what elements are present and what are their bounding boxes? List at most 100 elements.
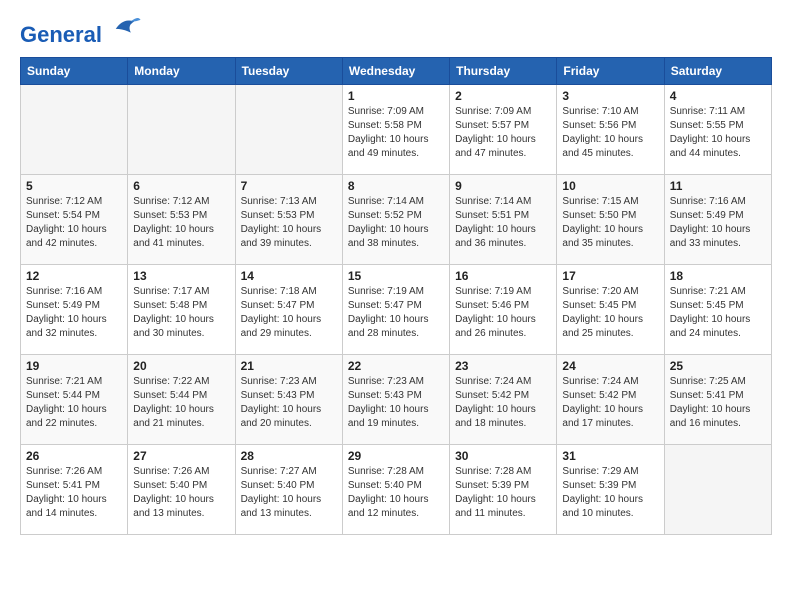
calendar-day-header: Wednesday — [342, 58, 449, 85]
calendar-week-row: 19 Sunrise: 7:21 AMSunset: 5:44 PMDayligh… — [21, 355, 772, 445]
day-info: Sunrise: 7:12 AMSunset: 5:53 PMDaylight:… — [133, 195, 229, 251]
day-number: 30 — [455, 449, 551, 463]
day-number: 8 — [348, 179, 444, 193]
day-number: 17 — [562, 269, 658, 283]
calendar-day-cell — [21, 85, 128, 175]
calendar-body: 1Sunrise: 7:09 AMSunset: 5:58 PMDaylight… — [21, 85, 772, 535]
calendar-day-cell: 9 Sunrise: 7:14 AMSunset: 5:51 PMDaylight… — [450, 175, 557, 265]
calendar-day-cell: 15 Sunrise: 7:19 AMSunset: 5:47 PMDayligh… — [342, 265, 449, 355]
day-number: 12 — [26, 269, 122, 283]
day-number: 24 — [562, 359, 658, 373]
page-header: General — [20, 20, 772, 47]
day-info: Sunrise: 7:14 AMSunset: 5:51 PMDaylight:… — [455, 195, 551, 251]
calendar-day-cell: 5 Sunrise: 7:12 AMSunset: 5:54 PMDaylight… — [21, 175, 128, 265]
calendar-day-header: Thursday — [450, 58, 557, 85]
calendar-header-row: SundayMondayTuesdayWednesdayThursdayFrid… — [21, 58, 772, 85]
day-info: Sunrise: 7:18 AMSunset: 5:47 PMDaylight:… — [241, 285, 337, 341]
day-number: 2 — [455, 89, 551, 103]
calendar-day-cell: 20 Sunrise: 7:22 AMSunset: 5:44 PMDayligh… — [128, 355, 235, 445]
day-info: Sunrise: 7:09 AMSunset: 5:58 PMDaylight:… — [348, 105, 444, 161]
day-info: Sunrise: 7:11 AMSunset: 5:55 PMDaylight:… — [670, 105, 766, 161]
day-number: 20 — [133, 359, 229, 373]
day-number: 6 — [133, 179, 229, 193]
day-number: 19 — [26, 359, 122, 373]
calendar-week-row: 12 Sunrise: 7:16 AMSunset: 5:49 PMDayligh… — [21, 265, 772, 355]
day-info: Sunrise: 7:21 AMSunset: 5:44 PMDaylight:… — [26, 375, 122, 431]
day-info: Sunrise: 7:15 AMSunset: 5:50 PMDaylight:… — [562, 195, 658, 251]
day-number: 4 — [670, 89, 766, 103]
day-info: Sunrise: 7:26 AMSunset: 5:40 PMDaylight:… — [133, 465, 229, 521]
day-number: 28 — [241, 449, 337, 463]
calendar-day-cell: 7Sunrise: 7:13 AMSunset: 5:53 PMDaylight… — [235, 175, 342, 265]
day-number: 5 — [26, 179, 122, 193]
calendar-day-cell: 22 Sunrise: 7:23 AMSunset: 5:43 PMDayligh… — [342, 355, 449, 445]
calendar-day-cell: 3 Sunrise: 7:10 AMSunset: 5:56 PMDaylight… — [557, 85, 664, 175]
calendar-week-row: 5 Sunrise: 7:12 AMSunset: 5:54 PMDaylight… — [21, 175, 772, 265]
calendar-day-cell: 27 Sunrise: 7:26 AMSunset: 5:40 PMDayligh… — [128, 445, 235, 535]
day-info: Sunrise: 7:28 AMSunset: 5:40 PMDaylight:… — [348, 465, 444, 521]
day-number: 7 — [241, 179, 337, 193]
calendar-day-cell: 2Sunrise: 7:09 AMSunset: 5:57 PMDaylight… — [450, 85, 557, 175]
day-number: 29 — [348, 449, 444, 463]
day-number: 27 — [133, 449, 229, 463]
day-number: 15 — [348, 269, 444, 283]
calendar-day-cell: 18 Sunrise: 7:21 AMSunset: 5:45 PMDayligh… — [664, 265, 771, 355]
calendar-day-header: Saturday — [664, 58, 771, 85]
day-info: Sunrise: 7:25 AMSunset: 5:41 PMDaylight:… — [670, 375, 766, 431]
calendar-day-cell: 11 Sunrise: 7:16 AMSunset: 5:49 PMDayligh… — [664, 175, 771, 265]
calendar-day-cell: 16 Sunrise: 7:19 AMSunset: 5:46 PMDayligh… — [450, 265, 557, 355]
day-number: 9 — [455, 179, 551, 193]
logo-bird-icon — [112, 12, 142, 42]
calendar-day-cell: 25Sunrise: 7:25 AMSunset: 5:41 PMDayligh… — [664, 355, 771, 445]
day-info: Sunrise: 7:20 AMSunset: 5:45 PMDaylight:… — [562, 285, 658, 341]
calendar-day-cell: 12 Sunrise: 7:16 AMSunset: 5:49 PMDayligh… — [21, 265, 128, 355]
day-info: Sunrise: 7:17 AMSunset: 5:48 PMDaylight:… — [133, 285, 229, 341]
calendar-day-cell: 26Sunrise: 7:26 AMSunset: 5:41 PMDayligh… — [21, 445, 128, 535]
calendar-day-header: Tuesday — [235, 58, 342, 85]
calendar-day-cell: 1Sunrise: 7:09 AMSunset: 5:58 PMDaylight… — [342, 85, 449, 175]
day-number: 18 — [670, 269, 766, 283]
day-info: Sunrise: 7:24 AMSunset: 5:42 PMDaylight:… — [455, 375, 551, 431]
calendar-week-row: 26Sunrise: 7:26 AMSunset: 5:41 PMDayligh… — [21, 445, 772, 535]
day-info: Sunrise: 7:28 AMSunset: 5:39 PMDaylight:… — [455, 465, 551, 521]
day-number: 11 — [670, 179, 766, 193]
calendar-day-cell: 30 Sunrise: 7:28 AMSunset: 5:39 PMDayligh… — [450, 445, 557, 535]
calendar-day-cell: 4 Sunrise: 7:11 AMSunset: 5:55 PMDaylight… — [664, 85, 771, 175]
calendar-day-cell: 21Sunrise: 7:23 AMSunset: 5:43 PMDayligh… — [235, 355, 342, 445]
calendar-day-cell: 10 Sunrise: 7:15 AMSunset: 5:50 PMDayligh… — [557, 175, 664, 265]
day-info: Sunrise: 7:29 AMSunset: 5:39 PMDaylight:… — [562, 465, 658, 521]
day-number: 10 — [562, 179, 658, 193]
day-info: Sunrise: 7:10 AMSunset: 5:56 PMDaylight:… — [562, 105, 658, 161]
day-info: Sunrise: 7:19 AMSunset: 5:47 PMDaylight:… — [348, 285, 444, 341]
day-number: 22 — [348, 359, 444, 373]
calendar-week-row: 1Sunrise: 7:09 AMSunset: 5:58 PMDaylight… — [21, 85, 772, 175]
day-info: Sunrise: 7:21 AMSunset: 5:45 PMDaylight:… — [670, 285, 766, 341]
calendar-day-cell: 29 Sunrise: 7:28 AMSunset: 5:40 PMDayligh… — [342, 445, 449, 535]
day-number: 16 — [455, 269, 551, 283]
calendar-day-header: Sunday — [21, 58, 128, 85]
day-info: Sunrise: 7:16 AMSunset: 5:49 PMDaylight:… — [670, 195, 766, 251]
day-number: 3 — [562, 89, 658, 103]
day-info: Sunrise: 7:16 AMSunset: 5:49 PMDaylight:… — [26, 285, 122, 341]
day-info: Sunrise: 7:23 AMSunset: 5:43 PMDaylight:… — [241, 375, 337, 431]
day-info: Sunrise: 7:27 AMSunset: 5:40 PMDaylight:… — [241, 465, 337, 521]
day-number: 26 — [26, 449, 122, 463]
calendar-day-cell — [128, 85, 235, 175]
calendar-day-cell: 14 Sunrise: 7:18 AMSunset: 5:47 PMDayligh… — [235, 265, 342, 355]
day-info: Sunrise: 7:23 AMSunset: 5:43 PMDaylight:… — [348, 375, 444, 431]
calendar-day-cell: 8Sunrise: 7:14 AMSunset: 5:52 PMDaylight… — [342, 175, 449, 265]
day-info: Sunrise: 7:24 AMSunset: 5:42 PMDaylight:… — [562, 375, 658, 431]
calendar-day-header: Friday — [557, 58, 664, 85]
day-info: Sunrise: 7:22 AMSunset: 5:44 PMDaylight:… — [133, 375, 229, 431]
day-info: Sunrise: 7:19 AMSunset: 5:46 PMDaylight:… — [455, 285, 551, 341]
day-info: Sunrise: 7:12 AMSunset: 5:54 PMDaylight:… — [26, 195, 122, 251]
day-number: 13 — [133, 269, 229, 283]
day-number: 31 — [562, 449, 658, 463]
calendar-day-cell — [664, 445, 771, 535]
calendar-day-header: Monday — [128, 58, 235, 85]
calendar-day-cell: 28 Sunrise: 7:27 AMSunset: 5:40 PMDayligh… — [235, 445, 342, 535]
calendar-day-cell: 13 Sunrise: 7:17 AMSunset: 5:48 PMDayligh… — [128, 265, 235, 355]
calendar-day-cell: 6 Sunrise: 7:12 AMSunset: 5:53 PMDaylight… — [128, 175, 235, 265]
day-number: 14 — [241, 269, 337, 283]
day-number: 23 — [455, 359, 551, 373]
